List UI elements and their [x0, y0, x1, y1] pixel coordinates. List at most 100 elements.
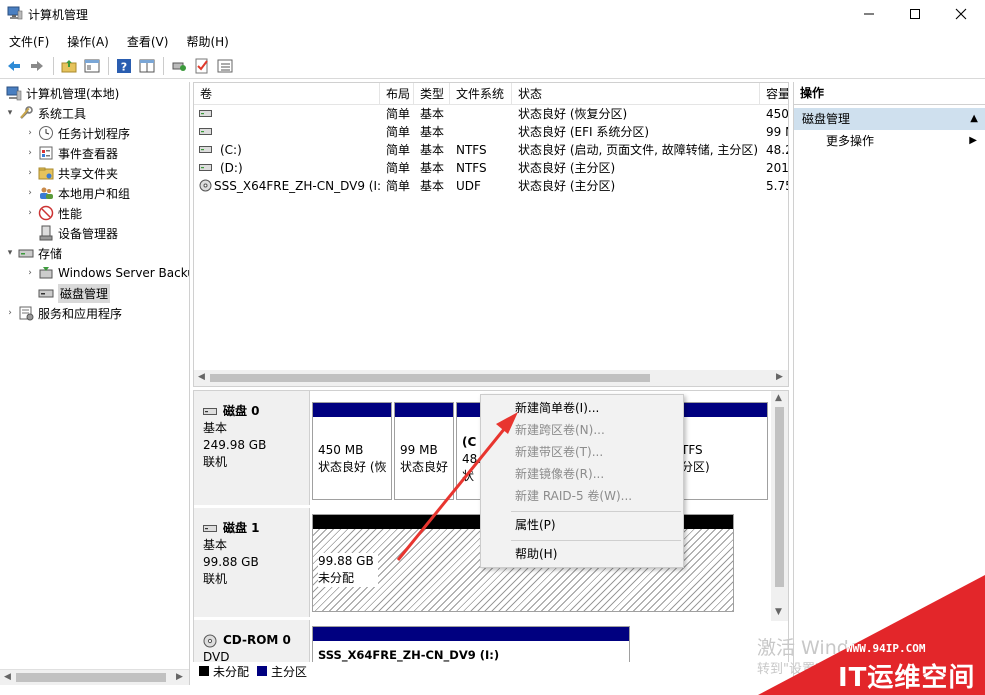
collapse-up-icon[interactable]: ▲	[970, 108, 978, 130]
properties-button[interactable]	[136, 56, 158, 76]
menu-item-new-striped-volume[interactable]: 新建带区卷(T)...	[515, 443, 603, 461]
storage-icon	[18, 249, 34, 258]
tree-node-storage[interactable]: ▾ 存储	[4, 243, 62, 263]
table-row[interactable]: (C:) 简单 基本 NTFS 状态良好 (启动, 页面文件, 故障转储, 主分…	[194, 141, 788, 159]
partition-cdrom[interactable]: SSS_X64FRE_ZH-CN_DV9 (I:)	[312, 626, 630, 666]
actions-section-disk-management[interactable]: 磁盘管理 ▲	[794, 108, 985, 130]
computer-management-icon	[6, 86, 22, 101]
close-icon	[955, 8, 967, 20]
table-row[interactable]: (D:) 简单 基本 NTFS 状态良好 (主分区) 201	[194, 159, 788, 177]
partition-recovery[interactable]: 450 MB 状态良好 (恢	[312, 402, 392, 500]
collapsed-arrow-icon[interactable]: ›	[4, 308, 16, 318]
shared-folder-icon	[38, 167, 54, 180]
tree-horizontal-scrollbar[interactable]: ◀ ▶	[0, 669, 189, 685]
tree-node-performance[interactable]: › 性能	[24, 203, 82, 223]
expanded-arrow-icon[interactable]: ▾	[4, 248, 16, 258]
collapsed-arrow-icon[interactable]: ›	[24, 148, 36, 158]
collapsed-arrow-icon[interactable]: ›	[24, 188, 36, 198]
tree-node-services-applications[interactable]: › 服务和应用程序	[4, 303, 122, 323]
table-row[interactable]: SSS_X64FRE_ZH-CN_DV9 (I:) 简单 基本 UDF 状态良好…	[194, 177, 788, 195]
expanded-arrow-icon[interactable]: ▾	[4, 108, 16, 118]
collapsed-arrow-icon[interactable]: ›	[24, 128, 36, 138]
column-header-layout[interactable]: 布局	[380, 83, 414, 105]
column-header-type[interactable]: 类型	[414, 83, 450, 105]
up-folder-icon	[61, 59, 77, 72]
volume-list-horizontal-scrollbar[interactable]: ◀ ▶	[194, 370, 788, 386]
scroll-left-icon[interactable]: ◀	[198, 372, 205, 382]
show-hide-tree-button[interactable]	[81, 56, 103, 76]
list-icon	[217, 59, 233, 72]
disk-map-vertical-scrollbar[interactable]: ▲ ▼	[771, 391, 788, 621]
collapsed-arrow-icon[interactable]: ›	[24, 268, 36, 278]
tree-node-event-viewer[interactable]: › 事件查看器	[24, 143, 118, 163]
users-icon	[40, 187, 53, 199]
menu-separator	[511, 540, 681, 541]
column-header-filesystem[interactable]: 文件系统	[450, 83, 512, 105]
column-header-volume[interactable]: 卷	[194, 83, 380, 105]
scrollbar-thumb[interactable]	[775, 407, 784, 587]
help-button[interactable]: ?	[113, 56, 135, 76]
more-actions-item[interactable]: 更多操作 ▶	[794, 130, 985, 152]
svg-text:?: ?	[121, 60, 127, 73]
column-header-capacity[interactable]: 容量	[760, 83, 788, 105]
maximize-button[interactable]	[892, 0, 938, 28]
minimize-button[interactable]	[846, 0, 892, 28]
tree-node-windows-server-backup[interactable]: › Windows Server Backup	[24, 263, 189, 283]
services-icon	[19, 306, 34, 321]
scrollbar-thumb[interactable]	[16, 673, 166, 682]
window-title: 计算机管理	[28, 8, 89, 22]
menu-item-new-mirrored-volume[interactable]: 新建镜像卷(R)...	[515, 465, 604, 483]
check-button[interactable]	[191, 56, 213, 76]
show-hide-tree-icon	[84, 59, 100, 72]
menu-bar: 文件(F) 操作(A) 查看(V) 帮助(H)	[0, 30, 985, 52]
disk-1-label[interactable]: 磁盘 1 基本 99.88 GB 联机	[194, 508, 310, 617]
up-folder-button[interactable]	[58, 56, 80, 76]
table-row[interactable]: 简单 基本 状态良好 (EFI 系统分区) 99 N	[194, 123, 788, 141]
table-row[interactable]: 简单 基本 状态良好 (恢复分区) 450	[194, 105, 788, 123]
tree-node-system-tools[interactable]: ▾ 系统工具	[4, 103, 86, 123]
scroll-left-icon[interactable]: ◀	[4, 672, 11, 682]
list-button[interactable]	[214, 56, 236, 76]
tree-node-root[interactable]: 计算机管理(本地)	[2, 83, 119, 103]
menu-item-new-simple-volume[interactable]: 新建简单卷(I)...	[515, 399, 599, 417]
clock-icon	[39, 126, 53, 140]
volume-list-header: 卷 布局 类型 文件系统 状态 容量	[194, 83, 788, 105]
partition-efi[interactable]: 99 MB 状态良好	[394, 402, 454, 500]
menu-view[interactable]: 查看(V)	[118, 30, 178, 52]
collapsed-arrow-icon[interactable]: ›	[24, 208, 36, 218]
collapsed-arrow-icon[interactable]: ›	[24, 168, 36, 178]
volume-icon	[199, 128, 212, 135]
menu-item-help[interactable]: 帮助(H)	[515, 545, 557, 563]
tree-node-disk-management[interactable]: 磁盘管理	[24, 283, 111, 303]
menu-file[interactable]: 文件(F)	[0, 30, 58, 52]
scrollbar-thumb[interactable]	[210, 374, 650, 382]
connect-button[interactable]	[168, 56, 190, 76]
tree-node-task-scheduler[interactable]: › 任务计划程序	[24, 123, 130, 143]
disk-legend: 未分配 主分区	[193, 662, 789, 680]
context-menu: 新建简单卷(I)... 新建跨区卷(N)... 新建带区卷(T)... 新建镜像…	[480, 394, 684, 568]
tree-node-local-users[interactable]: › 本地用户和组	[24, 183, 130, 203]
title-bar[interactable]: 计算机管理	[0, 0, 985, 28]
menu-item-new-spanned-volume[interactable]: 新建跨区卷(N)...	[515, 421, 605, 439]
disk-management-icon	[38, 289, 54, 298]
tools-icon	[20, 106, 33, 119]
disk-icon	[203, 408, 217, 415]
tree-node-shared-folders[interactable]: › 共享文件夹	[24, 163, 118, 183]
menu-item-properties[interactable]: 属性(P)	[515, 516, 556, 534]
backup-icon	[39, 267, 53, 279]
disk-0-label[interactable]: 磁盘 0 基本 249.98 GB 联机	[194, 391, 310, 505]
scroll-right-icon[interactable]: ▶	[176, 672, 183, 682]
menu-help[interactable]: 帮助(H)	[177, 30, 237, 52]
forward-button[interactable]	[26, 56, 48, 76]
toolbar: ?	[0, 53, 985, 79]
column-header-status[interactable]: 状态	[512, 83, 760, 105]
back-button[interactable]	[3, 56, 25, 76]
menu-item-new-raid5-volume[interactable]: 新建 RAID-5 卷(W)...	[515, 487, 632, 505]
tree-node-device-manager[interactable]: 设备管理器	[24, 223, 118, 243]
scroll-up-icon[interactable]: ▲	[775, 393, 782, 403]
activation-watermark-title: 激活 Windo	[757, 637, 861, 659]
menu-action[interactable]: 操作(A)	[58, 30, 118, 52]
close-button[interactable]	[938, 0, 984, 28]
scroll-down-icon[interactable]: ▼	[775, 607, 782, 617]
scroll-right-icon[interactable]: ▶	[776, 372, 783, 382]
